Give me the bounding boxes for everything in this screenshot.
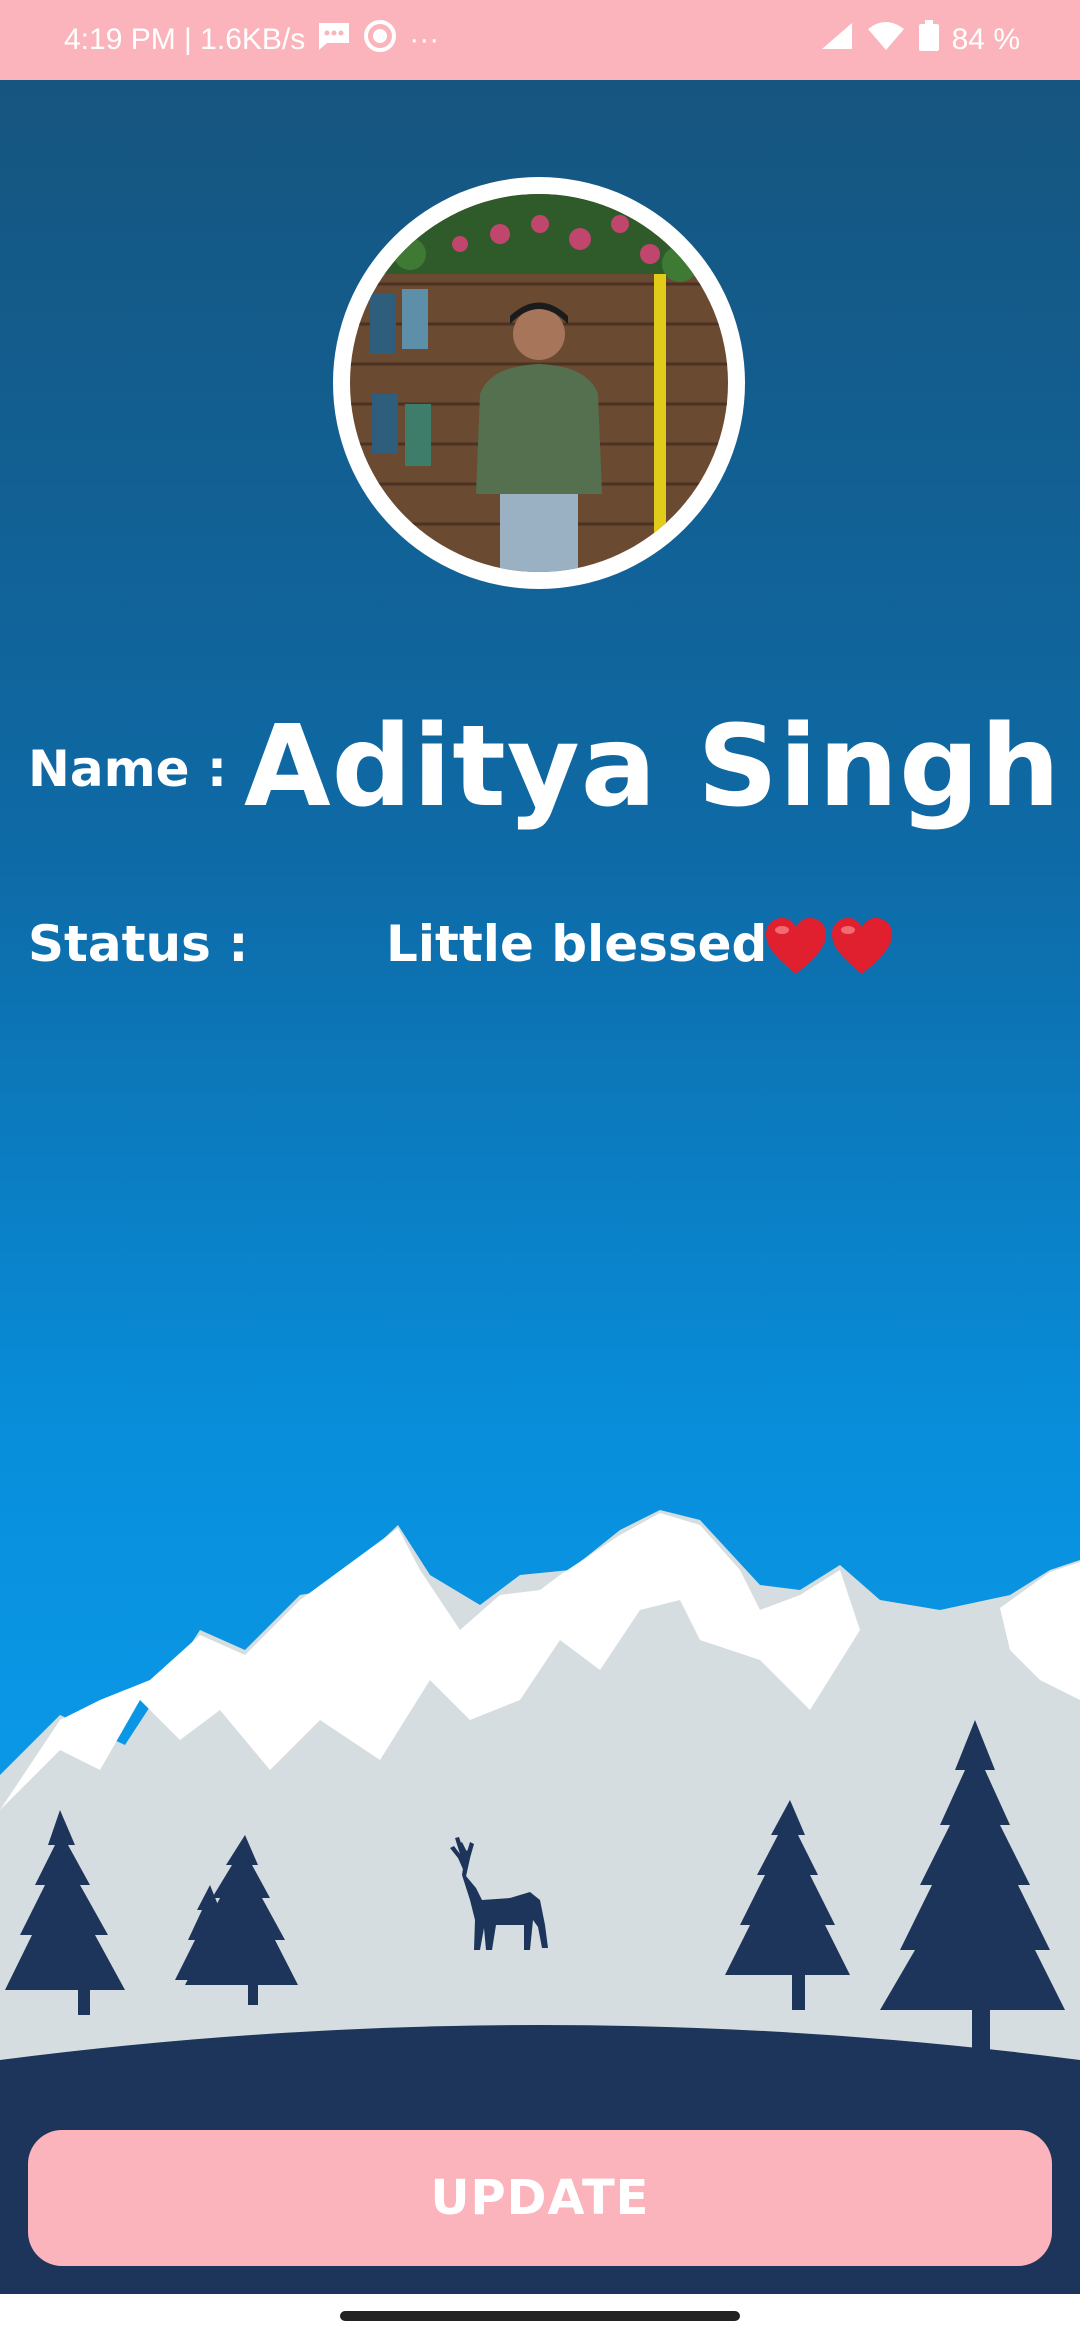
more-indicator: ··· [409, 23, 440, 56]
profile-avatar[interactable] [333, 177, 745, 589]
status-label: Status : [28, 915, 249, 973]
name-label: Name : [28, 740, 227, 798]
status-bar: 4:19 PM | 1.6KB/s ··· 84 % [0, 0, 1080, 80]
navigation-bar [0, 2294, 1080, 2340]
profile-photo [350, 194, 728, 572]
status-bar-right: 84 % [820, 20, 1020, 60]
message-icon [317, 21, 351, 59]
home-gesture-handle[interactable] [340, 2311, 740, 2321]
status-emoji [764, 916, 894, 976]
status-value: Little blessed [386, 915, 768, 973]
record-icon [363, 19, 397, 61]
signal-icon [820, 21, 854, 59]
name-value: Aditya Singh [244, 702, 1062, 832]
heart-icon [766, 918, 826, 974]
profile-screen: Name : Aditya Singh Status : Little bles… [0, 80, 1080, 2294]
battery-percent: 84 % [951, 23, 1020, 56]
battery-icon [918, 20, 940, 60]
update-button[interactable]: UPDATE [28, 2130, 1052, 2266]
heart-icon [832, 918, 892, 974]
wifi-icon [866, 21, 906, 59]
status-time-speed: 4:19 PM | 1.6KB/s [64, 23, 306, 56]
profile-photo-illustration [350, 194, 728, 572]
status-bar-left: 4:19 PM | 1.6KB/s ··· [64, 19, 439, 61]
